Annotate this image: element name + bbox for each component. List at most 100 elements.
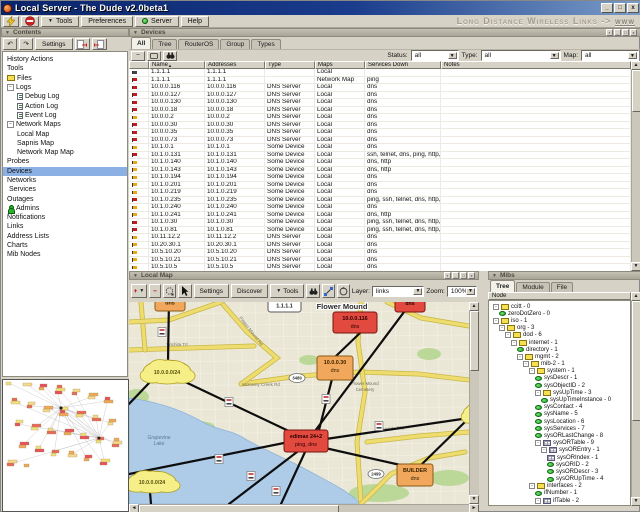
preferences-button[interactable]: Preferences xyxy=(81,16,133,27)
device-row-10-1-0-140[interactable]: 10.1.0.14010.1.0.140Some DeviceLocaldns,… xyxy=(129,159,631,167)
map-find-button[interactable] xyxy=(306,284,319,298)
scroll-left-icon[interactable]: ◄ xyxy=(129,504,139,512)
import-button[interactable] xyxy=(92,38,107,50)
tree-expander-icon[interactable]: − xyxy=(529,368,535,374)
type-filter-select[interactable]: all▼ xyxy=(481,50,561,61)
sidebar-item-admins[interactable]: Admins xyxy=(3,204,127,213)
device-row-10-0-0-30[interactable]: 10.0.0.3010.0.0.30DNS ServerLocaldns xyxy=(129,122,631,130)
remove-node-button[interactable]: − xyxy=(149,284,161,298)
minimize-panel-button[interactable]: _ xyxy=(614,29,621,36)
tools-menu-button[interactable]: ▼Tools xyxy=(41,16,79,27)
sidebar-item-address-lists[interactable]: Address Lists xyxy=(3,232,127,241)
minimize-panel-button[interactable]: _ xyxy=(452,272,459,279)
disconnect-button[interactable] xyxy=(21,16,39,27)
map-settings-button[interactable]: Settings xyxy=(194,284,230,298)
mib-node-system-1[interactable]: −system - 1 xyxy=(489,368,630,375)
mib-node-column-header[interactable]: Node xyxy=(488,292,631,300)
device-row-10-11-12-2[interactable]: 10.11.12.210.11.12.2DNS ServerLocaldns xyxy=(129,234,631,242)
close-button[interactable]: x xyxy=(627,3,639,13)
map-filter-select[interactable]: all▼ xyxy=(581,50,639,61)
refresh-layout-button[interactable] xyxy=(337,284,350,298)
scroll-up-icon[interactable]: ▲ xyxy=(631,292,640,301)
mib-node-sysoruptime-4[interactable]: sysORUpTime - 4 xyxy=(489,476,630,483)
device-row-10-0-0-116[interactable]: 10.0.0.11610.0.0.116DNS ServerLocaldns xyxy=(129,84,631,92)
sidebar-item-probes[interactable]: Probes xyxy=(3,157,127,166)
tree-expander-icon[interactable]: − xyxy=(493,304,499,310)
close-panel-button[interactable]: x xyxy=(630,29,637,36)
sidebar-item-sapnis-map[interactable]: Sapnis Map xyxy=(3,139,127,148)
mib-node-dod-6[interactable]: −dod - 6 xyxy=(489,332,630,339)
restore-button[interactable]: □ xyxy=(614,3,626,13)
device-row-10-1-0-241[interactable]: 10.1.0.24110.1.0.241Some DeviceLocaldns,… xyxy=(129,212,631,220)
maximize-panel-button[interactable]: □ xyxy=(460,272,467,279)
device-row-10-0-0-2[interactable]: 10.0.0.210.0.0.2DNS ServerLocaldns xyxy=(129,114,631,122)
card-view-button[interactable] xyxy=(147,51,161,61)
device-row-10-1-0-131[interactable]: 10.1.0.13110.1.0.131Some DeviceLocalssh,… xyxy=(129,152,631,160)
devices-tab-group[interactable]: Group xyxy=(220,39,250,49)
sidebar-item-outages[interactable]: Outages xyxy=(3,194,127,203)
devices-panel-header[interactable]: ▼ Devices ▪_□x xyxy=(129,28,640,37)
sidebar-item-charts[interactable]: Charts xyxy=(3,241,127,250)
map-overview-panel[interactable] xyxy=(2,379,129,512)
sidebar-item-networks[interactable]: Networks xyxy=(3,176,127,185)
mib-node-mgmt-2[interactable]: −mgmt - 2 xyxy=(489,353,630,360)
tree-expander-icon[interactable]: − xyxy=(535,440,541,446)
map-canvas[interactable]: Wichita TrlMcKamy Creek RdLakeside PkyFl… xyxy=(129,302,469,504)
mib-node-syslocation-6[interactable]: sysLocation - 6 xyxy=(489,418,630,425)
export-button[interactable] xyxy=(75,38,90,50)
server-button[interactable]: Server xyxy=(135,16,179,27)
connect-button[interactable] xyxy=(3,16,19,27)
help-button[interactable]: Help xyxy=(181,16,209,27)
mibs-tab-tree[interactable]: Tree xyxy=(490,280,515,292)
sidebar-item-network-maps[interactable]: −Network Maps xyxy=(3,120,127,129)
tree-expander-icon[interactable]: − xyxy=(511,340,517,346)
device-row-10-0-0-18[interactable]: 10.0.0.1810.0.0.18DNS ServerLocaldns xyxy=(129,107,631,115)
mibs-tab-file[interactable]: File xyxy=(551,282,573,292)
mib-node-ccitt-0[interactable]: −ccitt - 0 xyxy=(489,303,630,310)
tree-expander-icon[interactable]: − xyxy=(535,390,541,396)
add-node-button[interactable]: +▼ xyxy=(131,284,147,298)
scroll-up-icon[interactable]: ▲ xyxy=(469,302,479,311)
map-panel-header[interactable]: ▼ Local Map ▪_□x xyxy=(129,271,479,280)
device-row-10-1-0-219[interactable]: 10.1.0.21910.1.0.219Some DeviceLocaldns xyxy=(129,189,631,197)
sidebar-item-logs[interactable]: −Logs xyxy=(3,83,127,92)
device-row-10-1-0-30[interactable]: 10.1.0.3010.1.0.30Some DeviceLocalping, … xyxy=(129,219,631,227)
mib-node-org-3[interactable]: −org - 3 xyxy=(489,325,630,332)
tree-expander-icon[interactable]: − xyxy=(535,498,541,504)
map-hscrollbar[interactable]: ◄ ► xyxy=(129,504,479,512)
device-row-10-5-10-20[interactable]: 10.5.10.2010.5.10.20DNS ServerLocaldns xyxy=(129,249,631,257)
device-row-10-0-0-127[interactable]: 10.0.0.12710.0.0.127DNS ServerLocaldns xyxy=(129,92,631,100)
column-header-notes[interactable]: Notes xyxy=(441,61,631,69)
tree-expander-icon[interactable]: − xyxy=(517,354,523,360)
mib-node-sysorid-2[interactable]: sysORID - 2 xyxy=(489,461,630,468)
devices-tab-tree[interactable]: Tree xyxy=(152,39,177,49)
redo-button[interactable]: ↷ xyxy=(19,38,33,50)
mib-node-sysname-5[interactable]: sysName - 5 xyxy=(489,411,630,418)
lasso-select-button[interactable] xyxy=(163,284,176,298)
device-row-1-1-1-1[interactable]: 1.1.1.11.1.1.1Local xyxy=(129,69,631,77)
sidebar-item-network-map-map[interactable]: Network Map Map xyxy=(3,148,127,157)
tree-expander-icon[interactable]: − xyxy=(7,121,14,128)
scroll-down-icon[interactable]: ▼ xyxy=(631,262,640,271)
device-row-10-1-0-143[interactable]: 10.1.0.14310.1.0.143Some DeviceLocaldns,… xyxy=(129,167,631,175)
sidebar-item-tools[interactable]: Tools xyxy=(3,64,127,73)
devices-tab-routeros[interactable]: RouterOS xyxy=(178,39,219,49)
map-link[interactable] xyxy=(150,492,151,504)
map-vscrollbar[interactable]: ▲ ▼ xyxy=(469,302,479,504)
device-row-10-1-0-81[interactable]: 10.1.0.8110.1.0.81Some DeviceLocalping, … xyxy=(129,227,631,235)
column-header-name[interactable]: Name ▲ xyxy=(149,61,205,69)
device-row-10-5-10-5[interactable]: 10.5.10.510.5.10.5DNS ServerLocaldns xyxy=(129,264,631,271)
pin-button[interactable]: ▪ xyxy=(606,29,613,36)
mibs-scrollbar[interactable]: ▲ ▼ xyxy=(631,292,640,506)
mib-node-sysuptime-3[interactable]: −sysUpTime - 3 xyxy=(489,389,630,396)
mib-node-sysortable-9[interactable]: −sysORTable - 9 xyxy=(489,440,630,447)
sidebar-item-links[interactable]: Links xyxy=(3,222,127,231)
scroll-down-icon[interactable]: ▼ xyxy=(631,497,640,506)
mib-node-iso-1[interactable]: −iso - 1 xyxy=(489,317,630,324)
contents-panel-header[interactable]: ▼ Contents xyxy=(1,28,129,37)
sidebar-item-notifications[interactable]: Notifications xyxy=(3,213,127,222)
discover-button[interactable]: Discover xyxy=(231,284,268,298)
mib-node-sysordescr-3[interactable]: sysORDescr - 3 xyxy=(489,468,630,475)
sidebar-item-history-actions[interactable]: History Actions xyxy=(3,55,127,64)
tree-expander-icon[interactable]: − xyxy=(523,361,529,367)
